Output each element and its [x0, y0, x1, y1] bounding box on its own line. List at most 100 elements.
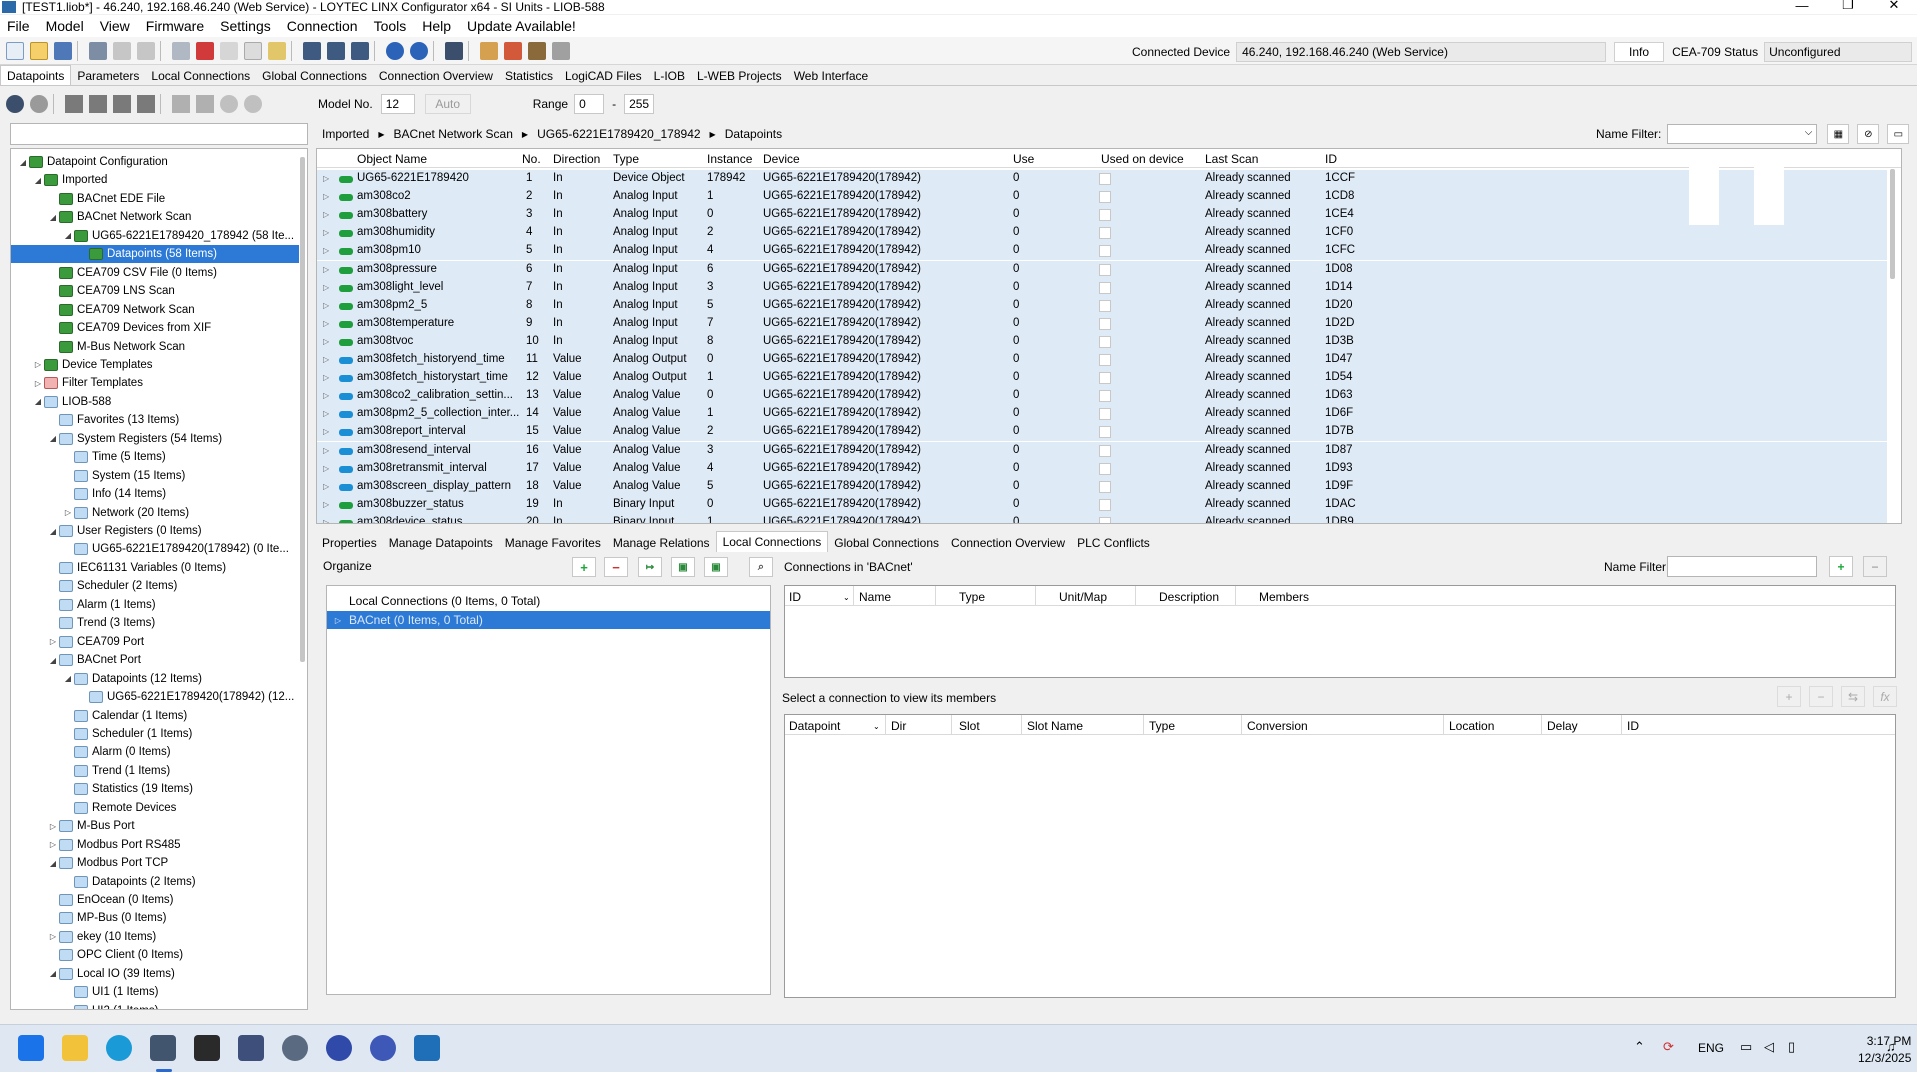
col-last-scan[interactable]: Last Scan [1205, 152, 1258, 166]
tab-plc-conflicts[interactable]: PLC Conflicts [1071, 534, 1156, 552]
col-use[interactable]: Use [1013, 152, 1034, 166]
table-row[interactable]: ▷ am308resend_interval 16 Value Analog Value… [317, 441, 1887, 460]
used-on-device-checkbox[interactable] [1099, 209, 1111, 222]
edge-browser-icon[interactable] [106, 1035, 132, 1061]
table-row[interactable]: ▷ am308fetch_historyend_time 11 Value Analog… [317, 351, 1887, 369]
table-row[interactable]: ▷ am308tvoc 10 In Analog Input 8 UG65-6221E178… [317, 332, 1887, 351]
menu-view[interactable]: View [92, 18, 138, 34]
used-on-device-checkbox[interactable] [1099, 480, 1111, 493]
menu-model[interactable]: Model [38, 18, 92, 34]
expand-arrow-icon[interactable]: ▷ [32, 360, 44, 369]
app-icon-dark[interactable] [194, 1035, 220, 1061]
tree-node[interactable]: Favorites (13 Items) [47, 411, 179, 429]
tray-volume-icon[interactable]: ◁ [1764, 1039, 1774, 1055]
new-file-icon[interactable] [6, 41, 24, 60]
delete-icon[interactable] [196, 41, 214, 60]
row-expand-icon[interactable]: ▷ [323, 174, 329, 183]
add-subfolder-icon[interactable]: ▣ [704, 557, 728, 577]
used-on-device-checkbox[interactable] [1099, 299, 1111, 312]
tree-node-local-connections[interactable]: Local Connections (0 Items, 0 Total) [327, 592, 770, 610]
used-on-device-checkbox[interactable] [1099, 408, 1111, 421]
gear-icon-2[interactable] [244, 95, 262, 113]
add-member-icon[interactable]: + [1777, 686, 1801, 707]
language-indicator[interactable]: ENG [1698, 1041, 1724, 1055]
tree-scrollbar[interactable] [300, 157, 305, 662]
col-conn-unit-map[interactable]: Unit/Map [1059, 590, 1107, 604]
network-globe-icon[interactable] [326, 1035, 352, 1061]
remove-member-icon[interactable]: − [1809, 686, 1833, 707]
close-button[interactable]: ✕ [1871, 0, 1917, 14]
cea709-icon[interactable] [65, 95, 83, 113]
device-icon[interactable] [89, 41, 107, 60]
row-expand-icon[interactable]: ▷ [323, 337, 329, 346]
table-row[interactable]: ▷ am308light_level 7 In Analog Input 3 UG65-62… [317, 278, 1887, 297]
tree-node[interactable]: CEA709 CSV File (0 Items) [47, 264, 217, 282]
document-icon[interactable] [244, 41, 262, 60]
row-expand-icon[interactable]: ▷ [323, 464, 329, 473]
expand-arrow-icon[interactable]: ◢ [47, 434, 59, 443]
menu-connection[interactable]: Connection [279, 18, 366, 34]
row-expand-icon[interactable]: ▷ [323, 500, 329, 509]
row-expand-icon[interactable]: ▷ [323, 228, 329, 237]
tab-parameters[interactable]: Parameters [71, 67, 145, 85]
table-scrollbar[interactable] [1890, 169, 1895, 279]
row-expand-icon[interactable]: ▷ [323, 518, 329, 523]
tab-manage-favorites[interactable]: Manage Favorites [499, 534, 607, 552]
col-conn-id[interactable]: ID [789, 590, 801, 604]
tree-node[interactable]: M-Bus Network Scan [47, 338, 185, 356]
expand-arrow-icon[interactable]: ◢ [47, 656, 59, 665]
info-button[interactable]: Info [1614, 42, 1665, 62]
open-folder-icon[interactable] [30, 41, 48, 60]
row-expand-icon[interactable]: ▷ [323, 319, 329, 328]
col-member-slot[interactable]: Slot [959, 719, 980, 733]
tab-l-iob[interactable]: L-IOB [648, 67, 691, 85]
used-on-device-checkbox[interactable] [1099, 498, 1111, 511]
linx-configurator-icon[interactable] [150, 1035, 176, 1061]
network-icon[interactable] [6, 95, 24, 113]
search-icon[interactable]: ⌕ [749, 557, 773, 577]
search-icon[interactable] [282, 1035, 308, 1061]
tree-node[interactable]: ◢ BACnet Port [47, 651, 141, 669]
tab-manage-datapoints[interactable]: Manage Datapoints [383, 534, 499, 552]
expand-arrow-icon[interactable]: ▷ [47, 637, 59, 646]
redo-icon[interactable] [137, 41, 155, 60]
table-row[interactable]: ▷ am308fetch_historystart_time 12 Value Anal… [317, 369, 1887, 388]
expand-arrow-icon[interactable]: ◢ [47, 527, 59, 536]
mbus-icon[interactable] [113, 95, 131, 113]
firmware-icon[interactable] [445, 41, 463, 60]
bacnet-icon[interactable] [89, 95, 107, 113]
used-on-device-checkbox[interactable] [1099, 335, 1111, 348]
tree-node[interactable]: ◢ LIOB-588 [32, 393, 111, 411]
row-expand-icon[interactable]: ▷ [323, 427, 329, 436]
col-member-id[interactable]: ID [1627, 719, 1639, 733]
used-on-device-checkbox[interactable] [1099, 372, 1111, 385]
expand-arrow-icon[interactable]: ◢ [47, 969, 59, 978]
expand-arrow-icon[interactable]: ▷ [32, 379, 44, 388]
tab-connection-overview-bottom[interactable]: Connection Overview [945, 534, 1071, 552]
expand-arrow-icon[interactable]: ▷ [331, 616, 345, 625]
used-on-device-checkbox[interactable] [1099, 317, 1111, 330]
col-object-name[interactable]: Object Name [357, 152, 427, 166]
col-member-conversion[interactable]: Conversion [1247, 719, 1308, 733]
row-expand-icon[interactable]: ▷ [323, 446, 329, 455]
maximize-button[interactable]: ❐ [1825, 0, 1871, 14]
used-on-device-checkbox[interactable] [1099, 245, 1111, 258]
tree-node[interactable]: ▷ Network (20 Items) [62, 504, 189, 522]
tree-node[interactable]: EnOcean (0 Items) [47, 891, 174, 909]
tree-node[interactable]: Calendar (1 Items) [62, 707, 187, 725]
dots-grid-icon[interactable] [172, 95, 190, 113]
tree-node[interactable]: ▷ Filter Templates [32, 374, 143, 392]
used-on-device-checkbox[interactable] [1099, 191, 1111, 204]
tab-manage-relations[interactable]: Manage Relations [607, 534, 716, 552]
table-row[interactable]: ▷ am308pm2_5 8 In Analog Input 5 UG65-6221E178… [317, 296, 1887, 315]
expand-arrow-icon[interactable]: ◢ [32, 176, 44, 185]
copy-icon[interactable] [172, 41, 190, 60]
col-member-delay[interactable]: Delay [1547, 719, 1578, 733]
tray-network-icon[interactable]: ▭ [1740, 1039, 1752, 1055]
sync-icon[interactable] [351, 41, 369, 60]
tree-node[interactable]: ▷ M-Bus Port [47, 817, 135, 835]
tree-node[interactable]: ◢ BACnet Network Scan [47, 208, 191, 226]
reset-icon[interactable] [504, 41, 522, 60]
tree-node[interactable]: ◢ Imported [32, 171, 107, 189]
tab-global-connections-bottom[interactable]: Global Connections [828, 534, 945, 552]
